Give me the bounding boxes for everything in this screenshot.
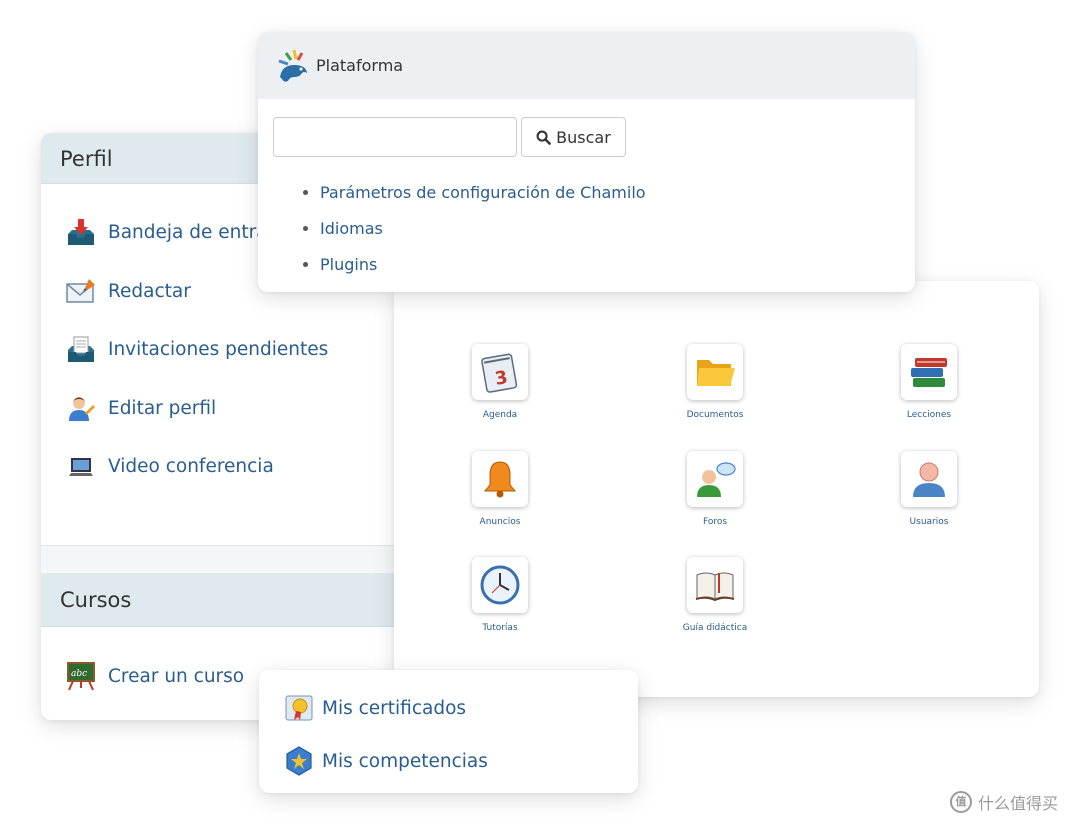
search-button[interactable]: Buscar — [521, 117, 626, 157]
course-tools-panel: 3 Agenda Documentos Lecciones Anuncios F… — [394, 281, 1039, 697]
folder-icon — [697, 360, 735, 386]
plataforma-header: Plataforma — [258, 32, 915, 99]
menu-item-certificates[interactable]: Mis certificados — [283, 692, 466, 724]
menu-item-label: Video conferencia — [108, 456, 274, 477]
tool-label: Tutorías — [482, 623, 518, 633]
menu-item-label: Editar perfil — [108, 397, 217, 419]
tool-guia-didactica[interactable]: Guía didáctica — [650, 557, 780, 633]
menu-item-label: Invitaciones pendientes — [108, 339, 329, 360]
menu-item-label: Redactar — [108, 280, 191, 302]
link-config-params[interactable]: Parámetros de configuración de Chamilo — [320, 183, 646, 202]
link-idiomas[interactable]: Idiomas — [320, 219, 383, 238]
plataforma-links: Parámetros de configuración de Chamilo I… — [320, 180, 646, 288]
menu-item-edit-profile[interactable]: Editar perfil — [41, 393, 394, 452]
tool-icon-box — [472, 451, 528, 507]
books-icon — [911, 358, 947, 387]
plataforma-panel: Plataforma Buscar Parámetros de configur… — [258, 32, 915, 292]
tool-label: Agenda — [482, 410, 518, 420]
tool-icon-box — [687, 557, 743, 613]
inbox-icon — [68, 219, 94, 245]
badge-icon — [286, 746, 312, 776]
list-item: Parámetros de configuración de Chamilo — [320, 180, 646, 216]
tool-label: Documentos — [686, 410, 744, 420]
menu-item-create-course[interactable]: abc Crear un curso — [65, 660, 244, 694]
forum-icon — [697, 462, 736, 497]
calendar-icon: 3 — [481, 353, 518, 393]
menu-item-video-conference[interactable]: Video conferencia — [41, 451, 394, 510]
list-item: Plugins — [320, 252, 646, 288]
user-icon — [913, 462, 945, 497]
clock-icon — [480, 565, 520, 605]
watermark-logo: 值 — [950, 791, 972, 813]
tool-label: Anuncios — [479, 517, 521, 527]
link-plugins[interactable]: Plugins — [320, 255, 377, 274]
watermark-text: 什么值得买 — [978, 794, 1059, 813]
menu-item-label: Crear un curso — [108, 666, 245, 687]
tool-icon-box — [472, 557, 528, 613]
cursos-header: Cursos — [41, 573, 394, 627]
tool-documentos[interactable]: Documentos — [650, 344, 780, 420]
tool-label: Lecciones — [906, 410, 952, 420]
svg-text:abc: abc — [71, 669, 87, 679]
tool-agenda[interactable]: 3 Agenda — [435, 344, 565, 420]
certificate-icon — [285, 695, 313, 721]
tool-icon-box — [687, 344, 743, 400]
compose-mail-icon — [66, 278, 95, 303]
menu-item-label: Mis certificados — [322, 697, 467, 719]
tool-label: Foros — [702, 517, 728, 527]
menu-item-competencies[interactable]: Mis competencias — [283, 745, 488, 777]
tool-label: Guía didáctica — [682, 623, 748, 633]
video-conference-icon — [69, 458, 93, 476]
search-input[interactable] — [273, 117, 517, 157]
certificates-panel: Mis certificados Mis competencias — [259, 670, 638, 793]
tool-icon-box — [901, 344, 957, 400]
list-item: Idiomas — [320, 216, 646, 252]
search-button-label: Buscar — [556, 127, 611, 147]
menu-item-label: Mis competencias — [322, 750, 488, 772]
tool-label: Usuarios — [909, 517, 949, 527]
pending-invitations-icon — [68, 336, 94, 362]
open-book-icon — [695, 572, 735, 602]
watermark: 值 什么值得买 — [950, 790, 1058, 814]
tool-icon-box — [901, 451, 957, 507]
tool-anuncios[interactable]: Anuncios — [435, 451, 565, 527]
search-icon — [536, 130, 551, 145]
plataforma-title: Plataforma — [316, 56, 404, 75]
tool-foros[interactable]: Foros — [650, 451, 780, 527]
chamilo-logo-icon — [278, 49, 307, 82]
panel-divider — [41, 545, 394, 573]
tool-tutorias[interactable]: Tutorías — [435, 557, 565, 633]
tool-icon-box: 3 — [472, 344, 528, 400]
tool-lecciones[interactable]: Lecciones — [864, 344, 994, 420]
menu-item-pending-invitations[interactable]: Invitaciones pendientes — [41, 334, 394, 393]
chalkboard-icon: abc — [67, 662, 95, 691]
edit-profile-icon — [69, 396, 95, 421]
tool-usuarios[interactable]: Usuarios — [864, 451, 994, 527]
bell-icon — [483, 461, 517, 498]
tool-icon-box — [687, 451, 743, 507]
